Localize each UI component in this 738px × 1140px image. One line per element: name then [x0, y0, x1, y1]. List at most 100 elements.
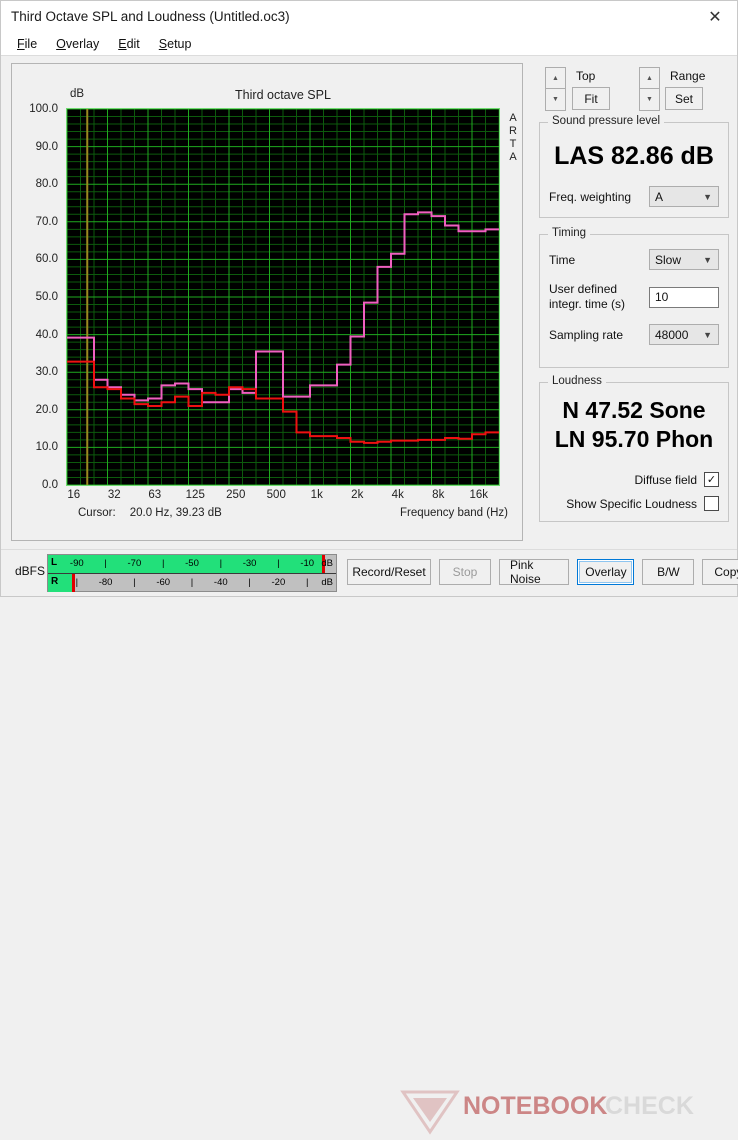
overlay-button[interactable]: Overlay — [577, 559, 635, 585]
sampling-rate-select[interactable]: 48000 ▼ — [649, 324, 719, 345]
meter-tick--60: -60 — [156, 577, 171, 588]
x-axis-tick-16k: 16k — [469, 489, 489, 501]
sampling-rate-value: 48000 — [655, 327, 689, 342]
meter-tick--40: -40 — [213, 577, 228, 588]
freq-weighting-label: Freq. weighting — [549, 189, 632, 204]
diffuse-field-label: Diffuse field — [634, 472, 697, 487]
top-spinner-down-icon[interactable]: ▼ — [545, 89, 566, 111]
meter-pipe--50: | — [190, 577, 194, 588]
cursor-label: Cursor: — [78, 507, 116, 519]
controls-pane: ▲ ▼ Top Fit ▲ ▼ Range Set Sound pressure… — [531, 56, 737, 549]
sampling-rate-label: Sampling rate — [549, 327, 624, 342]
x-axis-tick-250: 250 — [226, 489, 246, 501]
integration-time-label: User defined integr. time (s) — [549, 282, 625, 312]
bottom-bar: dBFS L dB -90 | -70 | -50 | -30 | -10 R dB | -80 |… — [1, 549, 738, 1135]
range-set-button[interactable]: Set — [665, 87, 703, 110]
menu-item-file[interactable]: File — [9, 35, 45, 53]
cursor-readout: Cursor: 20.0 Hz, 39.23 dB — [78, 507, 222, 519]
menu-item-overlay-rest: verlay — [65, 36, 100, 51]
meter-right-peak — [71, 574, 75, 592]
time-row: Time Slow ▼ — [549, 249, 719, 270]
menu-item-setup[interactable]: Setup — [151, 35, 200, 53]
y-axis-tick-70: 70.0 — [35, 215, 58, 228]
freq-weighting-select[interactable]: A ▼ — [649, 186, 719, 207]
graph-pane: dB Third octave SPL A R T A 0.0 10.0 20.0 3… — [1, 56, 531, 549]
time-label: Time — [549, 252, 576, 267]
graph-panel: dB Third octave SPL A R T A 0.0 10.0 20.0 3… — [11, 63, 523, 541]
pink-noise-button[interactable]: Pink Noise — [499, 558, 570, 586]
arta-letter-t: T — [509, 138, 517, 150]
notebookcheck-watermark: NOTEBOOK CHECK — [400, 1090, 694, 1135]
integration-time-input[interactable]: 10 — [649, 286, 719, 308]
menu-bar: File Overlay Edit Setup — [1, 32, 737, 55]
meter-right-unit: dB — [321, 577, 333, 588]
sampling-rate-row: Sampling rate 48000 ▼ — [549, 324, 719, 345]
y-axis-tick-40: 40.0 — [35, 328, 58, 341]
plot-svg — [67, 109, 499, 485]
arta-letter-a1: A — [509, 112, 517, 124]
record-reset-button[interactable]: Record/Reset — [347, 559, 431, 585]
range-spinner[interactable]: ▲ ▼ — [639, 67, 660, 111]
meter-left-unit: dB — [321, 558, 333, 569]
stop-button: Stop — [439, 559, 491, 585]
chevron-down-icon: ▼ — [703, 329, 712, 340]
chevron-down-icon: ▼ — [703, 191, 712, 202]
y-axis-tick-10: 10.0 — [35, 441, 58, 454]
meter-row-left: L dB -90 | -70 | -50 | -30 | -10 — [48, 555, 336, 574]
specific-loudness-checkbox[interactable] — [704, 496, 719, 511]
specific-loudness-label: Show Specific Loudness — [566, 496, 697, 511]
arta-watermark: A R T A — [506, 112, 520, 164]
content-area: dB Third octave SPL A R T A 0.0 10.0 20.0 3… — [1, 56, 737, 549]
top-spinner-up-icon[interactable]: ▲ — [545, 67, 566, 89]
chevron-down-icon: ▼ — [703, 254, 712, 265]
menu-item-setup-rest: etup — [167, 36, 192, 51]
menu-item-edit-rest: dit — [126, 36, 140, 51]
menu-item-file-rest: ile — [24, 36, 38, 51]
top-fit-button[interactable]: Fit — [572, 87, 610, 110]
meter-right-channel-label: R — [51, 576, 59, 587]
cursor-value: 20.0 Hz, 39.23 dB — [129, 507, 222, 519]
x-axis-tick-8k: 8k — [432, 489, 445, 501]
diffuse-field-checkbox[interactable]: ✓ — [704, 472, 719, 487]
b-w-button[interactable]: B/W — [642, 559, 695, 585]
arta-letter-r: R — [509, 125, 517, 137]
menu-item-overlay[interactable]: Overlay — [48, 35, 107, 53]
meter-row-right: R dB | -80 | -60 | -40 | -20 | — [48, 574, 336, 592]
meter-tick--20: -20 — [271, 577, 286, 588]
meter-left-channel-label: L — [51, 557, 58, 568]
integration-time-row: User defined integr. time (s) 10 — [549, 282, 719, 312]
x-axis-tick-63: 63 — [148, 489, 162, 501]
plot-canvas[interactable] — [66, 108, 500, 486]
y-axis-tick-100: 100.0 — [29, 103, 58, 115]
y-axis-tick-90: 90.0 — [35, 140, 58, 153]
x-axis-tick-4k: 4k — [391, 489, 404, 501]
x-axis-tick-32: 32 — [107, 489, 121, 501]
title-bar: Third Octave SPL and Loudness (Untitled.… — [1, 1, 737, 32]
top-spinner[interactable]: ▲ ▼ — [545, 67, 566, 111]
meter-pipe--60: | — [161, 558, 165, 569]
specific-loudness-row[interactable]: Show Specific Loudness — [549, 496, 719, 511]
watermark-text-check: CHECK — [605, 1092, 694, 1120]
meter-pipe--90: | — [75, 577, 79, 588]
close-icon[interactable]: ✕ — [693, 1, 737, 32]
meter-tick--70: -70 — [127, 558, 142, 569]
timing-group: Timing Time Slow ▼ User defined integr. … — [539, 227, 729, 368]
spl-group: Sound pressure level LAS 82.86 dB Freq. … — [539, 115, 729, 218]
meter-pipe--10: | — [305, 577, 309, 588]
timing-group-title: Timing — [548, 227, 591, 239]
meter-pipe--20: | — [277, 558, 280, 569]
menu-item-edit[interactable]: Edit — [110, 35, 148, 53]
meter-tick--90: -90 — [69, 558, 84, 569]
time-select[interactable]: Slow ▼ — [649, 249, 719, 270]
app-window: Third Octave SPL and Loudness (Untitled.… — [0, 0, 738, 1135]
integration-time-label-line2: integr. time (s) — [549, 297, 626, 311]
range-spinner-down-icon[interactable]: ▼ — [639, 89, 660, 111]
freq-weighting-value: A — [655, 189, 664, 204]
range-spinner-up-icon[interactable]: ▲ — [639, 67, 660, 89]
transport-buttons: Record/Reset Stop Pink Noise Overlay B/W Copy — [347, 558, 738, 586]
y-axis-tick-30: 30.0 — [35, 366, 58, 379]
diffuse-field-row[interactable]: Diffuse field ✓ — [549, 472, 719, 487]
copy-button[interactable]: Copy — [702, 559, 738, 585]
top-label: Top — [576, 69, 596, 83]
range-label: Range — [670, 69, 706, 83]
